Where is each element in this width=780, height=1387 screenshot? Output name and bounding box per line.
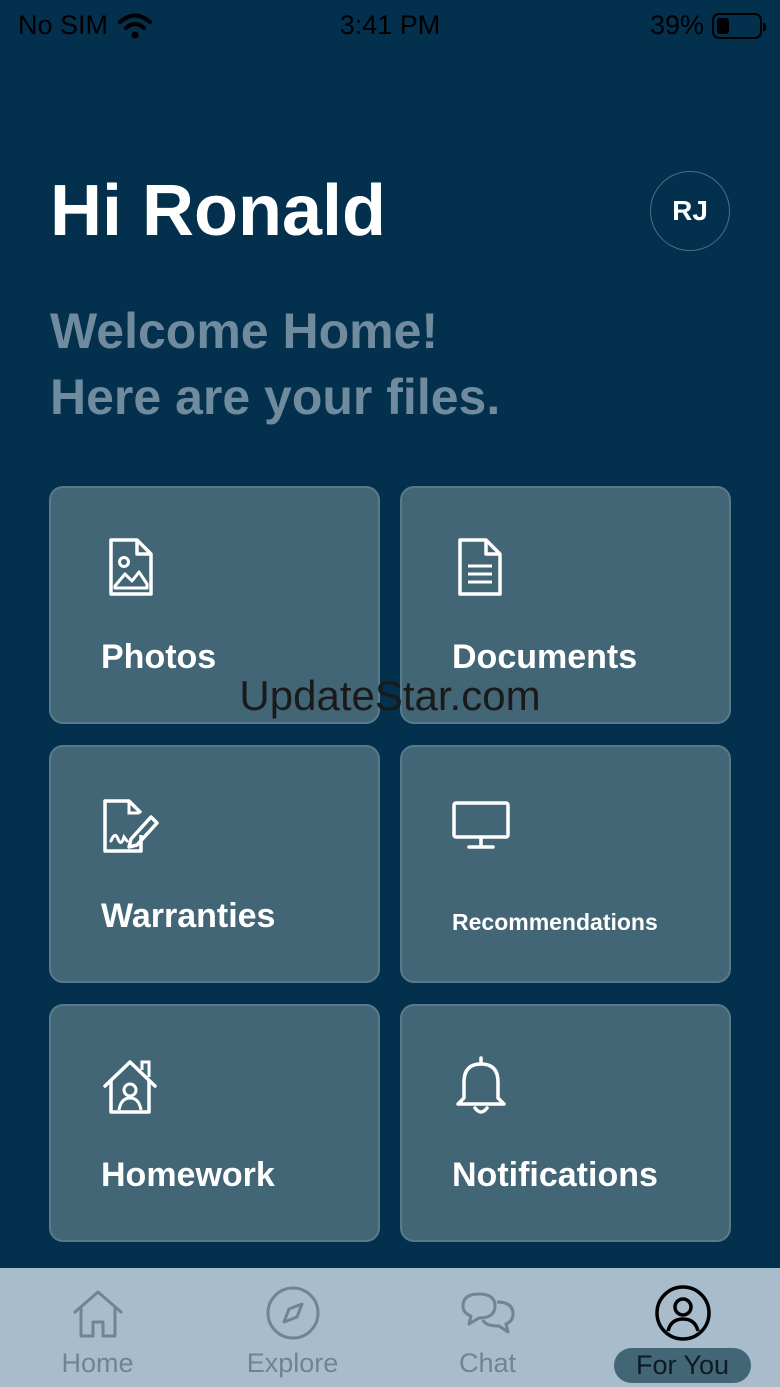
card-photos[interactable]: Photos [49, 486, 380, 724]
card-label: Recommendations [452, 909, 658, 935]
tab-explore[interactable]: Explore [195, 1268, 390, 1387]
tab-for-you[interactable]: For You [585, 1268, 780, 1387]
greeting-title: Hi Ronald [50, 171, 386, 251]
card-label: Notifications [452, 1156, 658, 1194]
battery-icon [712, 12, 766, 39]
tab-label: For You [613, 1348, 752, 1383]
card-homework[interactable]: Homework [49, 1004, 380, 1242]
card-notifications[interactable]: Notifications [400, 1004, 731, 1242]
welcome-message: Welcome Home! Here are your files. [50, 298, 500, 430]
bell-icon [456, 1056, 506, 1114]
tab-label: Home [61, 1348, 134, 1378]
user-circle-icon [654, 1285, 711, 1341]
document-icon [458, 538, 502, 596]
card-label: Documents [452, 638, 638, 676]
status-bar: No SIM 3:41 PM 39% [0, 0, 780, 52]
battery-percent: 39% [649, 10, 704, 40]
home-icon [73, 1290, 122, 1338]
tab-chat[interactable]: Chat [390, 1268, 585, 1387]
welcome-line-1: Welcome Home! [50, 303, 439, 359]
tab-label: Chat [458, 1348, 517, 1378]
photo-file-icon [109, 538, 153, 596]
status-right: 39% [649, 10, 766, 41]
home-user-icon [103, 1060, 157, 1114]
card-documents[interactable]: Documents [400, 486, 731, 724]
tab-home[interactable]: Home [0, 1268, 195, 1387]
tab-label: Explore [246, 1348, 339, 1378]
card-label: Warranties [101, 897, 276, 935]
card-label: Photos [101, 638, 217, 676]
monitor-icon [452, 801, 510, 849]
compass-icon [266, 1286, 319, 1340]
card-label: Homework [101, 1156, 275, 1194]
card-warranties[interactable]: Warranties [49, 745, 380, 983]
chat-icon [461, 1292, 514, 1334]
signed-document-icon [103, 799, 159, 853]
card-recommendations[interactable]: Recommendations [400, 745, 731, 983]
avatar[interactable]: RJ [650, 171, 730, 251]
welcome-line-2: Here are your files. [50, 369, 501, 425]
tab-bar: Home Explore Chat For You [0, 1268, 780, 1387]
